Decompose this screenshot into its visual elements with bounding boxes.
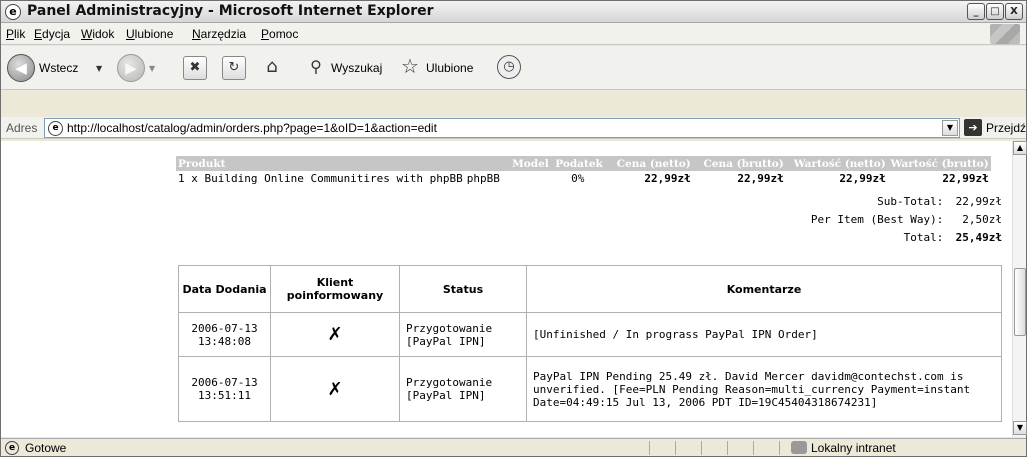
header-price-gross: Cena (brutto) [692,156,786,171]
back-dropdown-icon[interactable]: ▼ [96,64,102,73]
status-divider [727,441,728,455]
address-dropdown-icon[interactable]: ▼ [942,120,958,136]
history-status: Przygotowanie [PayPal IPN] [399,312,527,357]
shipping-row: Per Item (Best Way): 2,50zł [811,211,1002,229]
security-zone: Lokalny intranet [811,441,896,455]
window-controls: _ □ X [967,3,1023,20]
header-product: Produkt [176,156,465,171]
product-price-gross: 22,99zł [737,172,784,185]
minimize-button[interactable]: _ [967,3,985,20]
address-label: Adres [6,121,38,135]
maximize-button[interactable]: □ [986,3,1004,20]
page-content: Produkt Model Podatek Cena (netto) Cena … [1,141,1012,437]
menu-tools[interactable]: Narzędzia [192,27,246,41]
cross-icon: ✗ [327,324,343,345]
total-row: Total: 25,49zł [811,229,1002,247]
header-notified: Klient poinformowany [270,265,400,313]
windows-logo-icon [990,24,1020,44]
address-input[interactable]: e http://localhost/catalog/admin/orders.… [44,118,960,138]
header-price-net: Cena (netto) [604,156,693,171]
go-arrow-icon[interactable]: ➔ [964,119,982,136]
history-date: 2006-07-13 13:48:08 [178,312,271,357]
ie-icon: e [5,4,21,20]
product-tax: 0% [571,172,585,185]
forward-dropdown-icon[interactable]: ▼ [149,64,155,73]
page-icon: e [48,121,63,136]
menu-view[interactable]: Widok [81,27,114,41]
status-bar: e Gotowe Lokalny intranet [1,438,1026,456]
total-label: Total: [903,231,944,244]
product-total-gross: 22,99zł [942,172,989,185]
refresh-icon[interactable]: ↻ [222,56,246,80]
favorites-button-label[interactable]: Ulubione [426,61,473,75]
back-arrow-icon[interactable]: ◀ [7,54,35,82]
table-row: 2006-07-13 13:48:08 ✗ Przygotowanie [Pay… [178,312,1002,357]
order-totals: Sub-Total: 22,99zł Per Item (Best Way): … [811,193,1002,247]
status-text: Gotowe [25,441,67,455]
product-model: phpBB [466,172,500,185]
menu-favorites[interactable]: Ulubione [126,27,173,41]
history-comment: [Unfinished / In prograss PayPal IPN Ord… [526,312,1002,357]
scroll-down-icon[interactable]: ▼ [1013,421,1027,435]
subtotal-row: Sub-Total: 22,99zł [811,193,1002,211]
search-icon[interactable]: ⚲ [304,56,328,80]
close-button[interactable]: X [1005,3,1023,20]
address-bar: Adres e http://localhost/catalog/admin/o… [1,117,1026,139]
products-table: Produkt Model Podatek Cena (netto) Cena … [176,156,991,186]
status-divider [753,441,754,455]
window-title: Panel Administracyjny - Microsoft Intern… [27,3,434,19]
title-bar: e Panel Administracyjny - Microsoft Inte… [1,1,1026,23]
status-divider [675,441,676,455]
header-total-net: Wartość (netto) [785,156,888,171]
header-total-gross: Wartość (brutto) [887,156,991,171]
favorites-star-icon[interactable]: ☆ [398,55,422,79]
vertical-scrollbar[interactable]: ▲ ▼ [1012,141,1027,437]
scroll-thumb[interactable] [1014,268,1026,336]
header-status: Status [399,265,527,313]
product-name: 1 x Building Online Communitires with ph… [178,172,463,185]
header-comments: Komentarze [526,265,1002,313]
menu-bar: Plik Edycja Widok Ulubione Narzędzia Pom… [1,23,1026,45]
status-divider [649,441,650,455]
total-value: 25,49zł [955,231,1002,244]
menu-edit[interactable]: Edycja [34,27,70,41]
menu-help[interactable]: Pomoc [261,27,298,41]
products-header-row: Produkt Model Podatek Cena (netto) Cena … [176,156,991,171]
status-history-table: Data Dodania Klient poinformowany Status… [178,265,1002,422]
history-header-row: Data Dodania Klient poinformowany Status… [178,265,1002,313]
go-button-label[interactable]: Przejdź [986,121,1026,135]
header-date: Data Dodania [178,265,271,313]
header-model: Model [464,156,551,171]
browser-window: e Panel Administracyjny - Microsoft Inte… [0,0,1027,457]
status-divider [701,441,702,455]
back-button-label[interactable]: Wstecz [39,61,78,75]
shipping-value: 2,50zł [962,213,1002,226]
home-icon[interactable]: ⌂ [260,56,284,80]
scroll-up-icon[interactable]: ▲ [1013,141,1027,155]
notified-cell: ✗ [270,312,400,357]
intranet-zone-icon [791,441,807,454]
search-button-label[interactable]: Wyszukaj [331,61,382,75]
cross-icon: ✗ [327,378,343,400]
product-price-net: 22,99zł [644,172,691,185]
address-url[interactable]: http://localhost/catalog/admin/orders.ph… [67,121,437,135]
header-tax: Podatek [550,156,605,171]
history-icon[interactable]: ◷ [497,55,521,79]
shipping-label: Per Item (Best Way): [810,213,944,226]
table-row: 1 x Building Online Communitires with ph… [176,171,991,186]
subtotal-value: 22,99zł [955,195,1002,208]
status-divider [779,441,780,455]
history-status: Przygotowanie [PayPal IPN] [399,356,527,422]
product-total-net: 22,99zł [839,172,886,185]
toolbar: ◀ Wstecz ▼ ▶ ▼ ✖ ↻ ⌂ ⚲ Wyszukaj ☆ Ulubio… [1,46,1026,90]
history-date: 2006-07-13 13:51:11 [178,356,271,422]
table-row: 2006-07-13 13:51:11 ✗ Przygotowanie [Pay… [178,356,1002,422]
history-comment: PayPal IPN Pending 25.49 zł. David Merce… [526,356,1002,422]
notified-cell: ✗ [270,356,400,422]
subtotal-label: Sub-Total: [877,195,944,208]
forward-arrow-icon[interactable]: ▶ [117,54,145,82]
page-status-icon: e [5,441,19,455]
menu-file[interactable]: Plik [6,27,25,41]
stop-icon[interactable]: ✖ [183,56,207,80]
